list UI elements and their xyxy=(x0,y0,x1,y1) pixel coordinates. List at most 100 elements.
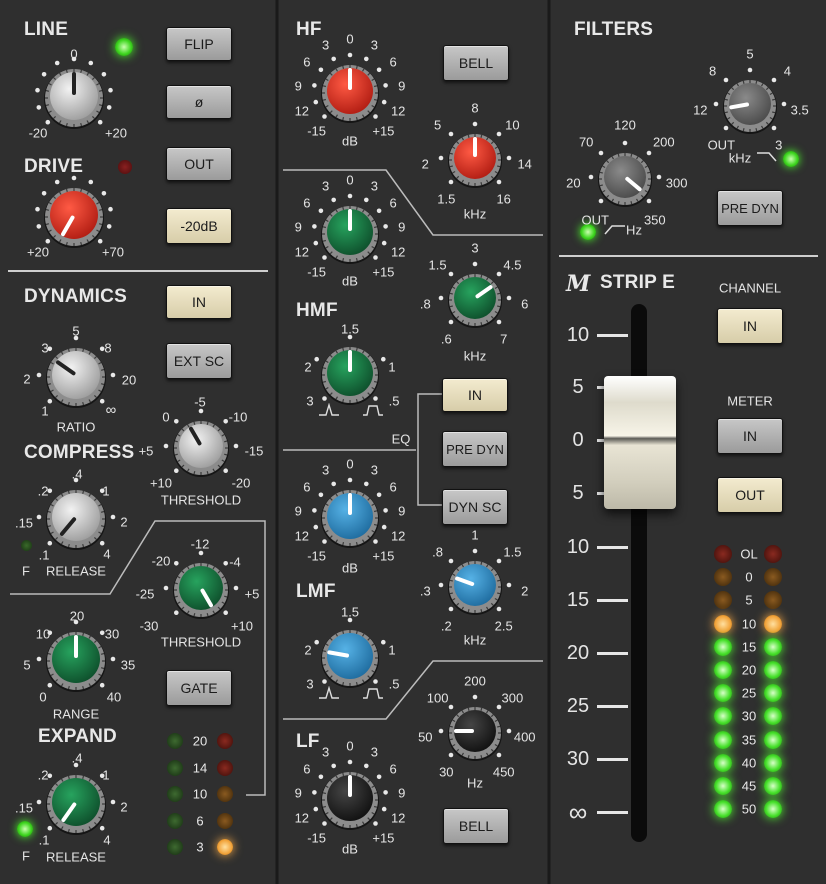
lmf-gain-scale-3: 6 xyxy=(303,479,311,495)
level-led xyxy=(714,637,732,656)
level-led xyxy=(714,661,732,679)
channel-in-button[interactable]: IN xyxy=(717,308,783,344)
lmf-freq-unit: kHz xyxy=(463,632,487,648)
fader-scale-label: 20 xyxy=(566,642,590,664)
eq-dyn-sc-button[interactable]: DYN SC xyxy=(442,489,508,525)
hmf-gain-scale-7: 6 xyxy=(389,195,397,211)
hpf-scale-5: 300 xyxy=(665,175,688,191)
eq-pre-dyn-button[interactable]: PRE DYN xyxy=(442,431,508,467)
lmf-gain-scale-10: +15 xyxy=(372,548,395,564)
fader-scale-label: ∞ xyxy=(568,797,588,827)
lmf-gain-scale-4: 3 xyxy=(321,462,330,478)
ext-sc-button[interactable]: EXT SC xyxy=(166,343,232,379)
lmf-freq-scale-0: .2 xyxy=(440,618,452,634)
hf-gain-scale-3: 6 xyxy=(303,54,311,70)
drive-out-button[interactable]: OUT xyxy=(166,147,232,181)
level-led xyxy=(714,707,732,726)
lmf-freq-scale-2: .8 xyxy=(432,544,444,560)
eq-in-button[interactable]: IN xyxy=(442,378,508,412)
hf-freq-scale-2: 5 xyxy=(433,117,442,133)
meter-out-button[interactable]: OUT xyxy=(717,477,783,513)
hmf-freq-scale-1: .8 xyxy=(419,296,431,312)
hf-gain-scale-1: 12 xyxy=(294,103,310,118)
level-led xyxy=(764,753,782,772)
comp-fast-label: F xyxy=(22,563,30,579)
gate-button[interactable]: GATE xyxy=(166,670,232,706)
hmf-freq-scale-5: 6 xyxy=(521,296,529,312)
filters-pre-dyn-button[interactable]: PRE DYN xyxy=(717,190,783,226)
lf-freq-unit: Hz xyxy=(467,775,483,791)
fader-cap[interactable] xyxy=(604,376,676,509)
ratio-scale-3: 3 xyxy=(41,340,49,356)
lf-gain-unit: dB xyxy=(342,841,358,857)
gr-meter-label: 3 xyxy=(196,839,204,855)
comp-thr-scale-g: -20 xyxy=(231,475,251,491)
comp-rel-scale-e: 1 xyxy=(102,483,110,499)
hmf-gain-scale-9: 12 xyxy=(390,244,406,259)
hf-gain-knob[interactable] xyxy=(308,49,392,133)
hf-bell-button[interactable]: BELL xyxy=(443,45,509,81)
hmf-q-scale-3: 1 xyxy=(388,359,396,375)
gr-led-left xyxy=(167,813,183,829)
lpf-knob[interactable] xyxy=(710,64,790,144)
level-led xyxy=(714,800,732,819)
fader-tick xyxy=(597,334,628,337)
fader-scale-label: 15 xyxy=(566,589,590,611)
console-strip-panel: LINE FLIP ø 0 -20 +20 DRIVE OUT -20dB +2… xyxy=(0,0,826,884)
ratio-scale-5: 5 xyxy=(72,323,80,339)
dynamics-in-button[interactable]: IN xyxy=(166,285,232,319)
lpf-scale-6: 3 xyxy=(775,137,783,153)
exp-rel-scale-a: .1 xyxy=(38,832,50,848)
gr-led-right xyxy=(217,786,233,802)
strip-title: STRIP E xyxy=(600,272,675,293)
hmf-gain-knob[interactable] xyxy=(308,190,392,274)
level-led xyxy=(764,568,782,587)
hmf-freq-scale-0: .6 xyxy=(440,331,452,347)
line-scale-right: +20 xyxy=(104,125,128,141)
level-meter-label: 35 xyxy=(741,732,757,748)
hmf-freq-scale-6: 7 xyxy=(500,331,508,347)
hf-title: HF xyxy=(296,19,322,40)
meter-in-button[interactable]: IN xyxy=(717,418,783,454)
lf-freq-scale-6: 450 xyxy=(492,764,515,780)
level-led xyxy=(764,591,782,610)
lf-gain-knob[interactable] xyxy=(308,756,392,840)
gate-thr-scale-d: -12 xyxy=(190,536,210,552)
lmf-narrow-q-icon xyxy=(319,686,339,699)
ratio-scale-2: 2 xyxy=(23,371,31,387)
lmf-gain-scale-1: 12 xyxy=(294,528,310,543)
minus-20db-button[interactable]: -20dB xyxy=(166,208,232,244)
channel-label: CHANNEL xyxy=(718,280,782,296)
lmf-gain-unit: dB xyxy=(342,560,358,576)
lpf-scale-1: 12 xyxy=(693,102,708,118)
hf-gain-scale-0: -15 xyxy=(307,123,326,139)
range-scale-d: 20 xyxy=(69,608,85,624)
lf-bell-button[interactable]: BELL xyxy=(443,808,509,844)
comp-rel-scale-a: .1 xyxy=(38,547,50,563)
comp-threshold-label: THRESHOLD xyxy=(160,492,242,508)
hf-freq-unit: kHz xyxy=(463,206,487,222)
meter-label: METER xyxy=(727,393,773,409)
comp-thr-scale-e: -10 xyxy=(228,409,248,425)
hpf-unit: Hz xyxy=(626,222,642,238)
level-led xyxy=(714,591,732,610)
lmf-freq-scale-6: 2.5 xyxy=(494,618,513,634)
level-meter-label: OL xyxy=(740,546,758,562)
hpf-scale-3: 120 xyxy=(614,117,636,133)
hf-freq-knob[interactable] xyxy=(435,118,515,198)
drive-scale-right: +70 xyxy=(101,244,125,260)
hf-freq-scale-0: 1.5 xyxy=(437,191,456,207)
level-meter-label: 25 xyxy=(741,685,757,701)
phase-button[interactable]: ø xyxy=(166,85,232,119)
level-led xyxy=(764,661,782,679)
level-led xyxy=(764,800,782,819)
lmf-gain-knob[interactable] xyxy=(308,474,392,558)
lmf-wide-q-icon xyxy=(363,688,383,699)
flip-button[interactable]: FLIP xyxy=(166,27,232,61)
lmf-freq-scale-1: .3 xyxy=(419,583,431,599)
comp-thr-scale-a: +10 xyxy=(149,475,173,491)
comp-thr-scale-f: -15 xyxy=(244,443,264,459)
exp-rel-scale-d: .4 xyxy=(71,750,83,766)
level-led xyxy=(764,730,782,749)
lpf-unit: kHz xyxy=(728,150,752,166)
